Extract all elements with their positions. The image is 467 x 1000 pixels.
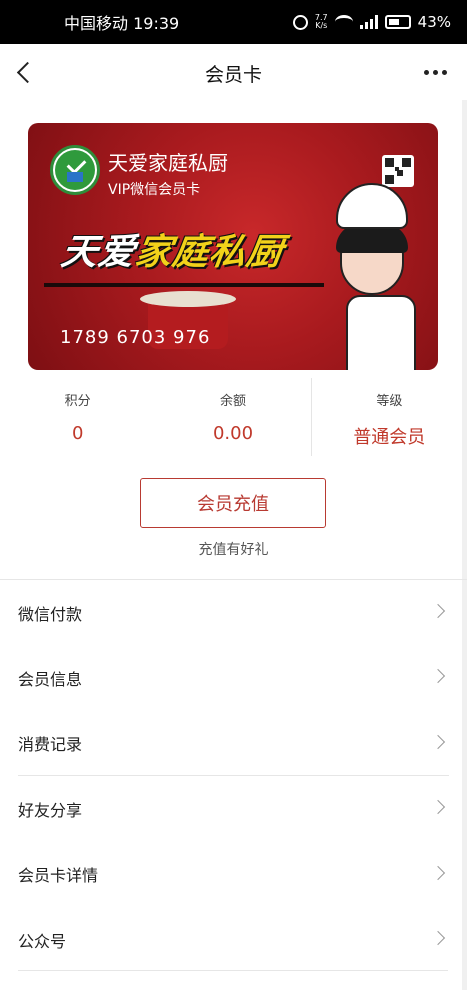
chef-illustration	[328, 183, 438, 370]
stat-value: 0.00	[212, 423, 254, 444]
wifi-icon	[334, 15, 353, 29]
battery-percent: 43%	[417, 13, 451, 31]
chevron-right-icon	[430, 669, 446, 684]
stat-value: 普通会员	[353, 427, 426, 448]
alarm-icon	[292, 14, 308, 30]
card-shop-name: 天爱家庭私厨	[108, 151, 228, 175]
menu-item-wechat-pay[interactable]: 微信付款	[0, 580, 467, 645]
signal-icon	[359, 15, 378, 29]
chevron-right-icon	[430, 800, 446, 815]
page-title: 会员卡	[204, 63, 262, 86]
menu-item-label: 会员信息	[18, 670, 83, 690]
stat-label: 积分	[64, 394, 91, 409]
menu-item-member-info[interactable]: 会员信息	[0, 645, 467, 710]
menu-item-label: 消费记录	[18, 734, 83, 754]
recharge-tip: 充值有好礼	[198, 542, 269, 558]
back-icon[interactable]	[16, 61, 32, 85]
recharge-button[interactable]: 会员充值	[140, 478, 326, 528]
net-speed: 7.7 K/s	[314, 13, 328, 30]
battery-icon	[384, 15, 411, 29]
nav-bar: 会员卡	[0, 44, 467, 102]
stat-balance[interactable]: 余额 0.00	[155, 378, 310, 456]
shop-logo	[50, 145, 100, 195]
chevron-right-icon	[430, 603, 446, 619]
chevron-right-icon	[430, 930, 446, 946]
member-stats: 积分 0 余额 0.00 等级 普通会员	[0, 378, 467, 456]
menu-item-label: 会员卡详情	[18, 866, 99, 886]
menu-item-official-account[interactable]: 公众号	[0, 907, 467, 972]
menu-item-consume-records[interactable]: 消费记录	[18, 711, 449, 777]
stat-level[interactable]: 等级 普通会员	[312, 378, 467, 456]
menu-item-share[interactable]: 好友分享	[0, 776, 467, 841]
chevron-right-icon	[430, 734, 446, 749]
stat-label: 等级	[376, 394, 403, 409]
menu-list: 微信付款 会员信息 消费记录 好友分享 会员卡详情 公众号	[0, 579, 467, 972]
divider	[18, 970, 448, 971]
stat-points[interactable]: 积分 0	[0, 378, 155, 456]
menu-item-label: 好友分享	[18, 800, 83, 820]
menu-item-card-details[interactable]: 会员卡详情	[0, 842, 467, 907]
stat-label: 余额	[219, 394, 246, 409]
carrier-time: 中国移动 19:39	[64, 14, 180, 33]
status-bar: 中国移动 19:39 7.7 K/s 43%	[0, 0, 467, 44]
stat-value: 0	[71, 423, 84, 444]
card-stripe	[44, 283, 324, 287]
card-banner: 天爱家庭私厨	[58, 232, 287, 273]
more-icon[interactable]	[424, 70, 447, 75]
menu-item-label: 微信付款	[18, 604, 83, 624]
card-type: VIP微信会员卡	[108, 182, 201, 198]
member-card: 天爱家庭私厨 VIP微信会员卡 天爱家庭私厨 1789 6703 976	[28, 123, 438, 370]
card-number: 1789 6703 976	[60, 327, 211, 348]
status-icons: 7.7 K/s 43%	[292, 13, 451, 31]
chevron-right-icon	[430, 865, 446, 880]
menu-item-label: 公众号	[18, 931, 67, 951]
